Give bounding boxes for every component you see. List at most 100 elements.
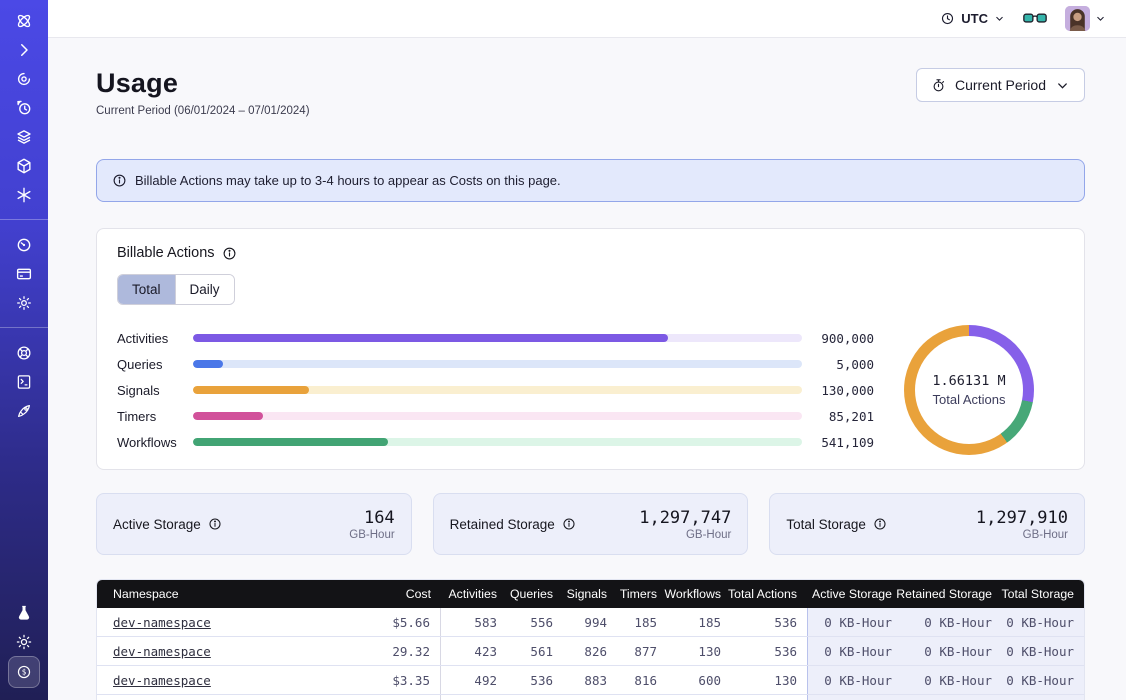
bar-track [193, 412, 802, 420]
timezone-selector[interactable]: UTC [940, 11, 1005, 26]
page-subtitle: Current Period (06/01/2024 – 07/01/2024) [96, 105, 310, 117]
labs-icon[interactable] [9, 598, 39, 627]
signals-cell [563, 695, 617, 700]
namespace-link[interactable]: dev-namespace [113, 615, 211, 630]
info-icon[interactable] [222, 246, 237, 261]
chevron-down-icon [1055, 78, 1070, 93]
storage-card-value: 1,297,747 [639, 508, 731, 528]
bar-value: 900,000 [802, 331, 874, 346]
retained-storage-cell: 0 KB-Hour [902, 666, 1002, 694]
getting-started-icon[interactable] [9, 396, 39, 425]
table-header-row: Namespace Cost Activities Queries Signal… [97, 580, 1084, 608]
workflows-cell [667, 695, 731, 700]
retained-storage-cell: 0 KB-Hour [902, 608, 1002, 636]
main-content: Usage Current Period (06/01/2024 – 07/01… [48, 38, 1126, 700]
namespaces-icon[interactable] [9, 64, 39, 93]
namespace-link[interactable]: dev-namespace [113, 673, 211, 688]
total-storage-cell [1002, 695, 1084, 700]
storage-card-value: 164 [349, 508, 394, 528]
usage-icon[interactable] [9, 230, 39, 259]
usage-bar-row: Signals 130,000 [117, 377, 874, 403]
namespace-link[interactable]: dev-namespace [113, 644, 211, 659]
column-header: Cost [341, 580, 441, 608]
usage-bar-row: Timers 85,201 [117, 403, 874, 429]
cost-cell: 29.32 [341, 637, 441, 665]
temporal-logo-icon[interactable] [9, 6, 39, 35]
namespace-usage-table: Namespace Cost Activities Queries Signal… [96, 579, 1085, 700]
signals-cell: 826 [563, 637, 617, 665]
retained-storage-cell [902, 695, 1002, 700]
active-storage-cell: 0 KB-Hour [807, 637, 902, 665]
billable-actions-tabs: Total Daily [117, 274, 235, 305]
total-actions-cell: 130 [731, 666, 807, 694]
bar-fill [193, 438, 388, 446]
period-button-label: Current Period [955, 77, 1046, 93]
docs-icon[interactable] [9, 367, 39, 396]
info-icon[interactable] [208, 517, 222, 531]
info-banner: Billable Actions may take up to 3-4 hour… [96, 159, 1085, 202]
active-storage-cell: 0 KB-Hour [807, 666, 902, 694]
bar-fill [193, 334, 668, 342]
billing-icon[interactable] [9, 259, 39, 288]
expand-sidebar-icon[interactable] [9, 35, 39, 64]
settings-icon[interactable] [9, 288, 39, 317]
page-header: Usage Current Period (06/01/2024 – 07/01… [96, 68, 1085, 117]
total-actions-cell: 536 [731, 637, 807, 665]
info-icon[interactable] [562, 517, 576, 531]
stopwatch-icon [931, 78, 946, 93]
timers-cell: 185 [617, 608, 667, 636]
user-menu[interactable] [1065, 6, 1106, 31]
signals-cell: 994 [563, 608, 617, 636]
nexus-icon[interactable] [9, 180, 39, 209]
column-header: Activities [441, 580, 507, 608]
support-icon[interactable] [9, 338, 39, 367]
queries-cell: 536 [507, 666, 563, 694]
total-actions-value: 1.66131 M [932, 373, 1005, 389]
labs-glasses-icon[interactable] [1023, 11, 1047, 26]
theme-toggle-icon[interactable] [9, 627, 39, 656]
active-storage-cell: 0 KB-Hour [807, 608, 902, 636]
batch-operations-icon[interactable] [9, 151, 39, 180]
tab-total[interactable]: Total [118, 275, 175, 304]
storage-card-label: Active Storage [113, 517, 201, 532]
info-icon[interactable] [873, 517, 887, 531]
avatar [1065, 6, 1090, 31]
schedules-icon[interactable] [9, 93, 39, 122]
deployments-icon[interactable] [9, 122, 39, 151]
table-row: dev-namespace $3.35 492 536 883 816 600 … [97, 666, 1084, 695]
sidebar-divider [0, 219, 48, 220]
bar-value: 5,000 [802, 357, 874, 372]
retained-storage-card: Retained Storage 1,297,747 GB-Hour [433, 493, 749, 555]
table-row: dev-namespace 29.32 423 561 826 877 130 … [97, 637, 1084, 666]
billable-actions-chart: Activities 900,000 Queries 5,000 Signals… [117, 325, 1064, 455]
storage-card-label: Retained Storage [450, 517, 555, 532]
sidebar-divider [0, 327, 48, 328]
workflows-cell: 600 [667, 666, 731, 694]
bar-track [193, 386, 802, 394]
bar-value: 85,201 [802, 409, 874, 424]
bar-track [193, 438, 802, 446]
usage-bar-row: Activities 900,000 [117, 325, 874, 351]
timezone-label: UTC [961, 11, 988, 26]
storage-cards: Active Storage 164 GB-Hour Retained Stor… [96, 493, 1085, 555]
queries-cell [507, 695, 563, 700]
activities-cell: 423 [441, 637, 507, 665]
queries-cell: 556 [507, 608, 563, 636]
period-selector-button[interactable]: Current Period [916, 68, 1085, 102]
pricing-icon[interactable]: $ [8, 656, 40, 688]
tab-daily[interactable]: Daily [175, 275, 234, 304]
column-header: Total Actions [731, 580, 807, 608]
billable-actions-card: Billable Actions Total Daily Activities … [96, 228, 1085, 470]
bar-label: Activities [117, 331, 193, 346]
total-actions-cell: 536 [731, 608, 807, 636]
cost-cell: $3.35 [341, 666, 441, 694]
total-storage-card: Total Storage 1,297,910 GB-Hour [769, 493, 1085, 555]
workflows-cell: 185 [667, 608, 731, 636]
queries-cell: 561 [507, 637, 563, 665]
storage-card-unit: GB-Hour [349, 529, 394, 541]
bar-track [193, 334, 802, 342]
storage-card-unit: GB-Hour [639, 529, 731, 541]
banner-text: Billable Actions may take up to 3-4 hour… [135, 173, 561, 188]
table-body: dev-namespace $5.66 583 556 994 185 185 … [97, 608, 1084, 700]
total-actions-cell [731, 695, 807, 700]
